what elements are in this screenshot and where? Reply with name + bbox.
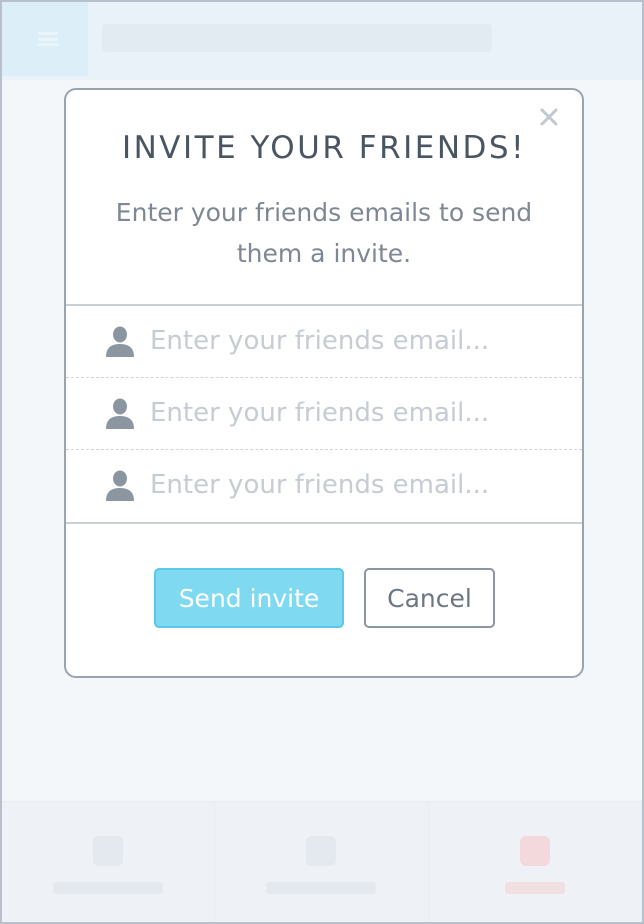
background-tab-bar xyxy=(2,801,642,922)
user-icon xyxy=(104,397,136,429)
background-header-placeholder xyxy=(102,24,492,52)
background-tab-icon xyxy=(519,836,550,866)
background-tab-icon xyxy=(93,836,124,866)
email-row xyxy=(66,377,582,449)
close-icon xyxy=(538,106,560,128)
friend-email-input-3[interactable] xyxy=(150,464,510,506)
email-input-list xyxy=(66,304,582,524)
friend-email-input-2[interactable] xyxy=(150,392,510,434)
email-row xyxy=(66,449,582,521)
app-window: INVITE YOUR FRIENDS! Enter your friends … xyxy=(0,0,644,924)
cancel-button[interactable]: Cancel xyxy=(364,568,495,628)
invite-modal: INVITE YOUR FRIENDS! Enter your friends … xyxy=(64,88,584,678)
user-icon xyxy=(104,469,136,501)
email-row xyxy=(66,306,582,377)
modal-title: INVITE YOUR FRIENDS! xyxy=(121,130,527,166)
modal-subtitle: Enter your friends emails to send them a… xyxy=(115,198,533,268)
background-tab-icon xyxy=(306,836,337,866)
close-button[interactable] xyxy=(538,106,560,128)
background-tab-label-placeholder xyxy=(53,882,164,894)
friend-email-input-1[interactable] xyxy=(150,320,510,362)
background-tab-2 xyxy=(215,802,429,922)
background-tab-label-placeholder xyxy=(504,882,565,894)
background-tab-3 xyxy=(429,802,642,922)
background-header xyxy=(2,2,642,80)
user-icon xyxy=(104,325,136,357)
menu-icon xyxy=(38,32,58,46)
send-invite-button[interactable]: Send invite xyxy=(154,568,344,628)
background-tab-1 xyxy=(2,802,216,922)
background-menu-button xyxy=(2,2,88,76)
background-tab-label-placeholder xyxy=(266,882,377,894)
